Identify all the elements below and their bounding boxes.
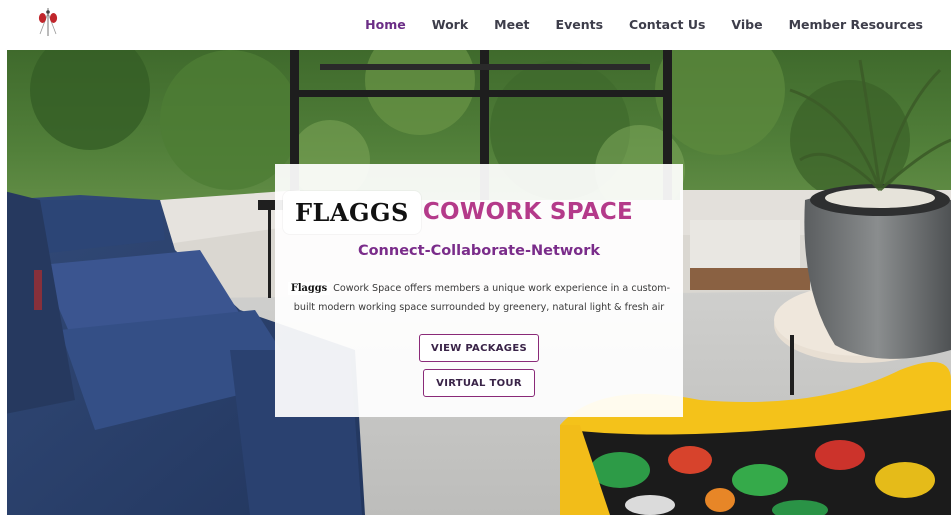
hero-description: Flaggs Cowork Space offers members a uni… [283,279,675,317]
site-header: Home Work Meet Events Contact Us Vibe Me… [0,0,951,50]
nav-home[interactable]: Home [352,17,419,32]
hero-tagline: Connect-Collaborate-Network [357,243,601,259]
main-nav: Home Work Meet Events Contact Us Vibe Me… [352,0,923,48]
view-packages-button[interactable]: VIEW PACKAGES [419,334,539,362]
hero-card: FLAGGS COWORK SPACE Connect-Collaborate-… [275,164,683,417]
nav-meet[interactable]: Meet [481,17,542,32]
brand-name: FLAGGS [295,197,409,227]
nav-member-resources[interactable]: Member Resources [776,17,923,32]
nav-contact-us[interactable]: Contact Us [616,17,718,32]
brand-heading: FLAGGS COWORK SPACE [283,188,633,236]
brand-suffix: COWORK SPACE [422,199,634,225]
left-edge-strip [0,50,7,515]
nav-vibe[interactable]: Vibe [718,17,775,32]
description-brand: Flaggs [287,282,331,295]
nav-events[interactable]: Events [543,17,616,32]
virtual-tour-button[interactable]: VIRTUAL TOUR [423,369,535,397]
description-line-1: Cowork Space offers members a unique wor… [330,283,671,294]
description-line-2: built modern working space surrounded by… [293,302,665,313]
site-logo[interactable] [30,4,66,40]
brand-pill: FLAGGS [283,190,421,234]
nav-work[interactable]: Work [419,17,481,32]
hero-section: FLAGGS COWORK SPACE Connect-Collaborate-… [0,50,951,515]
flaggs-logo-icon [38,8,58,36]
